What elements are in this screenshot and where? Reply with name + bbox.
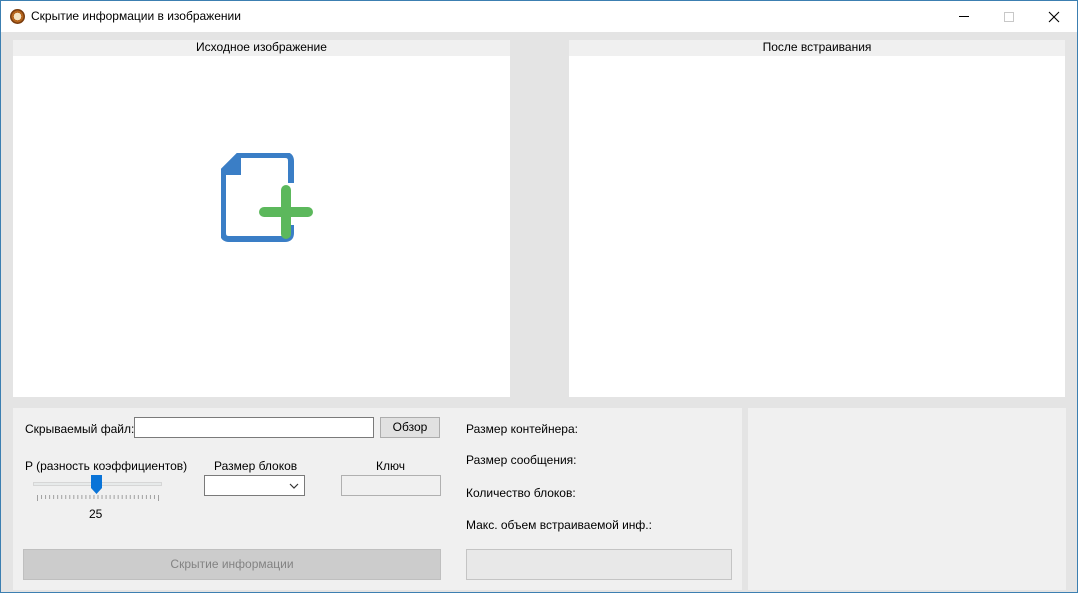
maximize-icon [1004, 11, 1014, 22]
result-image-header: После встраивания [569, 40, 1065, 56]
p-slider-thumb[interactable] [91, 475, 102, 494]
maximize-button[interactable] [986, 1, 1032, 32]
p-value: 25 [89, 507, 103, 521]
minimize-icon [959, 16, 969, 17]
app-window: Скрытие информации в изображении Исходно… [0, 0, 1078, 593]
window-title: Скрытие информации в изображении [31, 9, 241, 23]
right-panel [748, 408, 1066, 590]
source-image-box[interactable] [13, 56, 510, 397]
result-image-box[interactable] [569, 56, 1065, 397]
block-size-select[interactable] [204, 475, 305, 496]
close-icon [1048, 11, 1060, 22]
block-size-label: Размер блоков [214, 459, 298, 473]
hidden-file-label: Скрываемый файл: [25, 422, 135, 436]
chevron-down-icon [289, 483, 299, 489]
p-label: P (разность коэффициентов) [25, 459, 188, 473]
close-button[interactable] [1031, 1, 1077, 32]
add-file-icon[interactable] [221, 153, 313, 245]
message-size-label: Размер сообщения: [466, 453, 577, 467]
p-slider-ticks [37, 495, 159, 501]
minimize-button[interactable] [941, 1, 987, 32]
source-image-header: Исходное изображение [13, 40, 510, 56]
max-capacity-label: Макс. объем встраиваемой инф.: [466, 518, 652, 532]
app-icon [10, 9, 25, 24]
progress-box [466, 549, 732, 580]
hidden-file-input[interactable] [134, 417, 374, 438]
block-count-label: Количество блоков: [466, 486, 576, 500]
key-input[interactable] [341, 475, 441, 496]
hide-info-button[interactable]: Скрытие информации [23, 549, 441, 580]
container-size-label: Размер контейнера: [466, 422, 578, 436]
title-bar: Скрытие информации в изображении [1, 1, 1077, 32]
key-label: Ключ [376, 459, 405, 473]
browse-button[interactable]: Обзор [380, 417, 440, 438]
